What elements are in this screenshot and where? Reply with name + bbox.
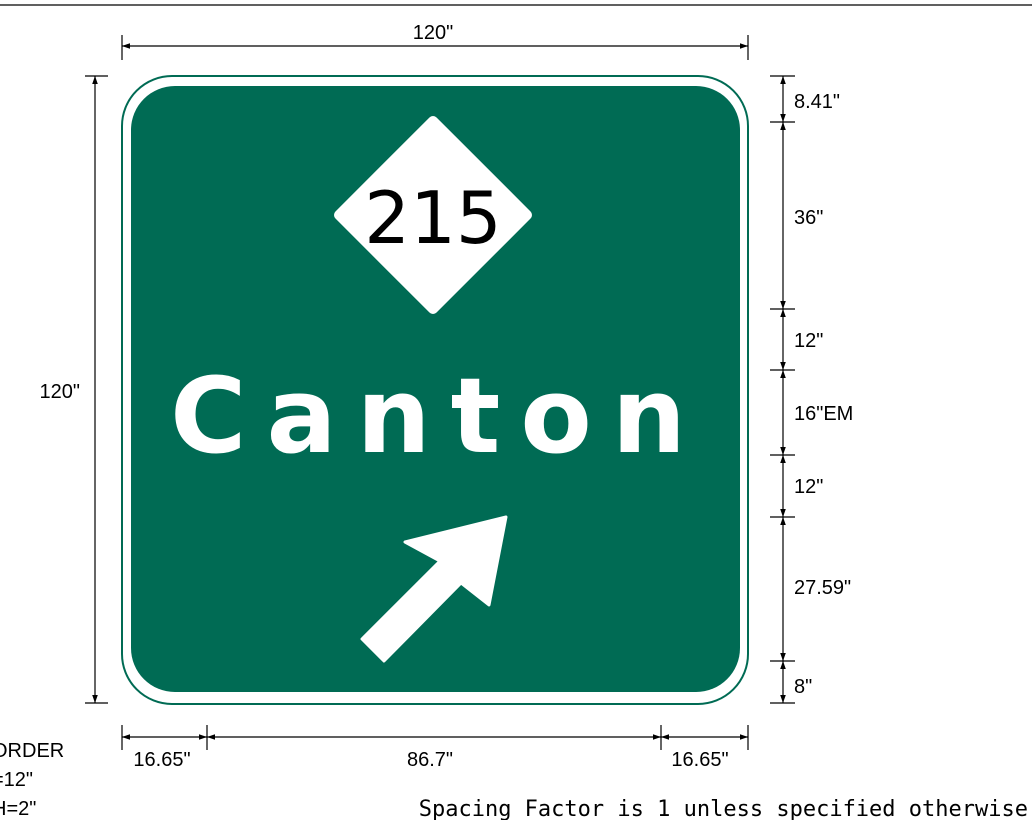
- top-width-label: 120": [413, 22, 453, 44]
- left-dimension: 120": [40, 75, 108, 704]
- border-note-line-3: H=2": [0, 798, 36, 820]
- right-dim-3: 12": [794, 330, 823, 352]
- border-note-line-2: =12": [0, 769, 33, 791]
- right-dimensions: 8.41" 36" 12" 16"EM 12" 27.59" 8": [770, 75, 853, 704]
- bottom-dimensions: 16.65" 86.7" 16.65": [121, 725, 749, 771]
- destination-name: Canton: [170, 355, 706, 477]
- guide-sign: 215 Canton: [121, 75, 749, 705]
- right-dim-1: 8.41": [794, 91, 840, 113]
- bottom-dim-2: 86.7": [407, 749, 453, 771]
- sign-drawing: 215 Canton 120" 120" 8.41" 36" 12" 16"EM…: [0, 4, 1032, 820]
- left-height-label: 120": [40, 381, 80, 403]
- border-note-line-1: ORDER: [0, 740, 64, 762]
- right-dim-5: 12": [794, 476, 823, 498]
- border-note: ORDER =12" H=2": [0, 740, 64, 820]
- route-number: 215: [364, 176, 501, 260]
- spacing-factor-note: Spacing Factor is 1 unless specified oth…: [419, 797, 1028, 820]
- right-dim-2: 36": [794, 207, 823, 229]
- right-dim-4: 16"EM: [794, 403, 853, 425]
- right-dim-7: 8": [794, 676, 812, 698]
- top-dimension: 120": [121, 22, 749, 60]
- right-dim-6: 27.59": [794, 577, 851, 599]
- bottom-dim-3: 16.65": [671, 749, 728, 771]
- bottom-dim-1: 16.65": [133, 749, 190, 771]
